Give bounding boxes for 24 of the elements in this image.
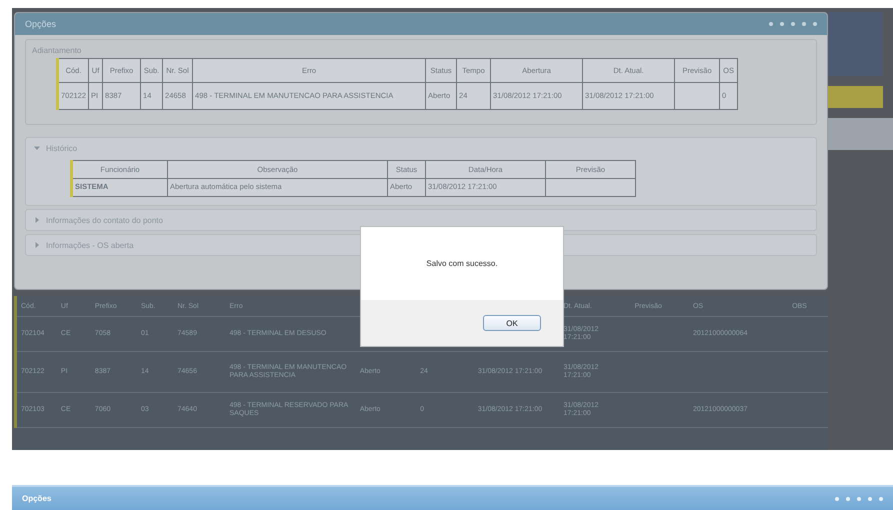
side-panel (828, 12, 883, 76)
window-control-icon[interactable] (846, 496, 850, 500)
window-control-icon[interactable] (802, 22, 806, 26)
chevron-right-icon (34, 242, 40, 248)
side-panel (828, 86, 883, 108)
window-control-icon[interactable] (868, 496, 872, 500)
table-cell (674, 82, 720, 110)
window-title: Opções (22, 494, 52, 503)
chevron-down-icon (34, 145, 40, 151)
ok-button[interactable]: OK (483, 315, 541, 331)
window-control-icon[interactable] (769, 22, 773, 26)
window-title: Opções (25, 19, 56, 29)
window-control-icon[interactable] (791, 22, 795, 26)
window-control-icon[interactable] (879, 496, 883, 500)
chevron-right-icon (34, 217, 40, 223)
message-text: Salvo com sucesso. (426, 259, 498, 268)
accordion-header[interactable]: Informações - OS aberta (26, 235, 142, 255)
accordion-header[interactable]: Histórico (26, 138, 86, 158)
fieldset-legend: Adiantamento (30, 46, 84, 55)
window-control-icon[interactable] (780, 22, 784, 26)
accordion-header[interactable]: Informações do contato do ponto (26, 210, 171, 230)
window-control-icon[interactable] (813, 22, 817, 26)
window-control-icon[interactable] (857, 496, 861, 500)
window-control-icon[interactable] (835, 496, 839, 500)
